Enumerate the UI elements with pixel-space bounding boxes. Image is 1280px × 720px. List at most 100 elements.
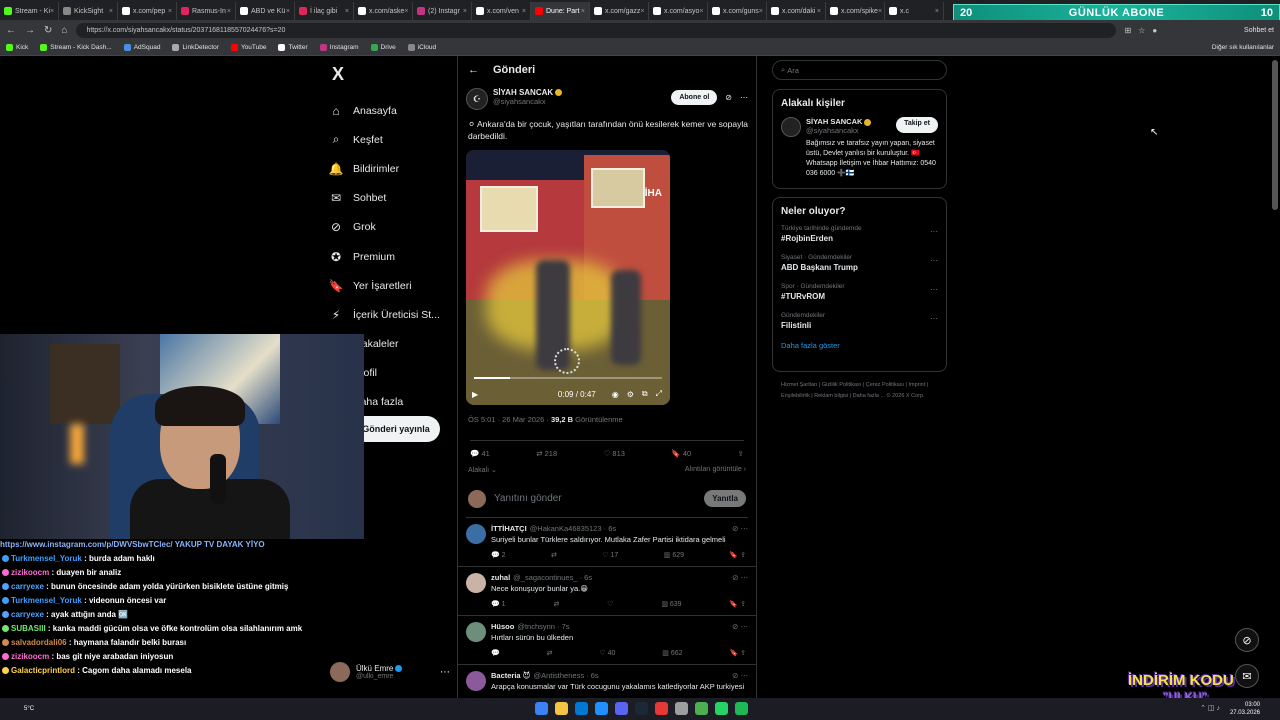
bookmark-item[interactable]: iCloud [407,44,436,51]
extension-icon[interactable]: ⊞ [1124,26,1131,35]
sort-dropdown[interactable]: Alakalı ⌄ [468,466,497,474]
more-icon[interactable]: ⋯ [440,667,450,678]
browser-tab[interactable]: x.com/asyo × [649,2,708,20]
more-icon[interactable]: ⊘ ⋯ [732,524,748,533]
close-icon[interactable]: × [759,8,763,15]
nav-item-premium[interactable]: ✪ Premium [328,242,453,271]
browser-tab[interactable]: (2) Instagr × [413,2,472,20]
reply-item[interactable]: İTTİHATÇI @HakanKa46835123 · 6s ⊘ ⋯ Suriyel… [458,518,756,567]
close-icon[interactable]: × [286,8,290,15]
avatar[interactable] [466,524,486,544]
avatar[interactable] [781,117,801,137]
browser-tab[interactable]: KickSight × [59,2,118,20]
reply-author[interactable]: Bacteria 😈 [491,671,531,680]
system-tray-icon[interactable]: ⌃ ◫ ♪ [1200,704,1220,712]
browser-tab[interactable]: Rasmus-In × [177,2,236,20]
repost-action[interactable]: ⇄ [551,551,557,559]
close-icon[interactable]: × [109,8,113,15]
bookmark-item[interactable]: Kick [6,44,28,51]
close-icon[interactable]: × [227,8,231,15]
reply-action[interactable]: 💬 2 [491,551,506,559]
browser-tab[interactable]: x.com/ven × [472,2,531,20]
show-more-link[interactable]: Daha fazla göster [781,341,938,350]
views-action[interactable]: ▥ 639 [661,600,681,608]
taskbar-app-icon[interactable] [595,702,608,715]
browser-tab[interactable]: x.c × [885,2,944,20]
search-input[interactable]: ⌕ Ara [772,60,947,80]
author-avatar[interactable]: ☪ [466,88,488,110]
profile-icon[interactable]: ● [1152,26,1157,35]
repost-action[interactable]: ⇄ [553,600,559,608]
browser-tab[interactable]: ABD ve Kü × [236,2,295,20]
clock[interactable]: 03:00 27.03.2026 [1230,701,1260,717]
close-icon[interactable]: × [878,8,882,15]
close-icon[interactable]: × [935,8,939,15]
browser-tab[interactable]: İ ilaç gibi × [295,2,354,20]
bookmark-item[interactable]: YouTube [230,44,266,51]
author-handle[interactable]: @siyahsancakx [493,97,562,106]
volume-icon[interactable]: ◉ [612,390,619,399]
repost-action[interactable]: ⇄ [547,649,553,657]
x-logo[interactable]: X [332,64,453,86]
bookmark-action[interactable]: 🔖 40 [671,449,691,458]
nav-item-i-çerik-üreticisi-st-[interactable]: ⚡ İçerik Üreticisi St... [328,300,453,329]
browser-tab[interactable]: Stream - Ki × [0,2,59,20]
browser-tab[interactable]: x.com/guns × [708,2,767,20]
bookmark-item[interactable]: Stream - Kick Dash... [40,44,112,51]
back-icon[interactable]: ← [6,25,16,36]
nav-item-sohbet[interactable]: ✉ Sohbet [328,184,453,213]
close-icon[interactable]: × [640,8,644,15]
browser-tab[interactable]: Dune: Part × [531,2,590,20]
bookmark-item[interactable]: LinkDetector [172,44,219,51]
repost-action[interactable]: ⇄ 218 [536,449,557,458]
reply-author[interactable]: Hüsoo [491,622,514,631]
views-action[interactable]: ▥ 662 [662,649,682,657]
nav-item-grok[interactable]: ⊘ Grok [328,213,453,242]
nav-item-anasayfa[interactable]: ⌂ Anasayfa [328,96,453,125]
taskbar-app-icon[interactable] [635,702,648,715]
taskbar-app-icon[interactable] [575,702,588,715]
post-button[interactable]: Gönderi yayınla [352,416,440,442]
more-icon[interactable]: ⊘ ⋯ [732,573,748,582]
like-action[interactable]: ♡ 17 [602,551,618,559]
reply-action[interactable]: 💬 [491,649,500,657]
taskbar-app-icon[interactable] [715,702,728,715]
more-icon[interactable]: ⊘ ⋯ [732,622,748,631]
more-icon[interactable]: ⋯ [930,285,938,294]
other-bookmarks[interactable]: Diğer sık kullanılanlar [1212,44,1274,51]
close-icon[interactable]: × [817,8,821,15]
reply-input[interactable]: Yanıtını gönder [494,493,562,504]
like-action[interactable]: ♡ 813 [604,449,625,458]
taskbar-app-icon[interactable] [535,702,548,715]
close-icon[interactable]: × [463,8,467,15]
like-action[interactable]: ♡ 40 [599,649,615,657]
nav-item-keşfet[interactable]: ⌕ Keşfet [328,125,453,154]
pip-icon[interactable]: ⧉ [642,389,648,399]
nav-item-yer-i-şaretleri[interactable]: 🔖 Yer İşaretleri [328,271,453,300]
more-icon[interactable]: ⋯ [930,256,938,265]
avatar[interactable] [466,622,486,642]
reply-author[interactable]: İTTİHATÇI [491,524,527,533]
like-action[interactable]: ♡ [607,600,613,608]
grok-icon[interactable]: ⊘ [725,93,732,102]
settings-icon[interactable]: ⚙ [627,390,634,399]
taskbar-app-icon[interactable] [695,702,708,715]
bookmark-icon[interactable]: 🔖 ⇪ [729,600,746,608]
browser-tab[interactable]: x.com/aske × [354,2,413,20]
reload-icon[interactable]: ↻ [44,25,52,36]
taskbar-app-icon[interactable] [735,702,748,715]
browser-tab[interactable]: x.com/spike × [826,2,885,20]
video-player[interactable]: İHA ▶ 0:09 / 0:47 ◉ ⚙ ⧉ ⤢ [466,150,670,405]
play-icon[interactable]: ▶ [472,390,478,399]
chat-button[interactable]: Sohbet et [1244,27,1274,34]
forward-icon[interactable]: → [25,25,35,36]
bookmark-item[interactable]: Instagram [319,44,359,51]
view-quotes-link[interactable]: Alıntıları görüntüle › [685,466,746,474]
views-action[interactable]: ▥ 629 [664,551,684,559]
grok-icon[interactable]: ⊘ [1235,628,1259,652]
share-icon[interactable]: ⇪ [738,449,744,458]
more-icon[interactable]: ⋯ [930,227,938,236]
bookmark-item[interactable]: Drive [370,44,396,51]
post-time[interactable]: ÖS 5:01 · 26 Mar 2026 · [468,415,551,424]
browser-tab[interactable]: x.com/gazz × [590,2,649,20]
